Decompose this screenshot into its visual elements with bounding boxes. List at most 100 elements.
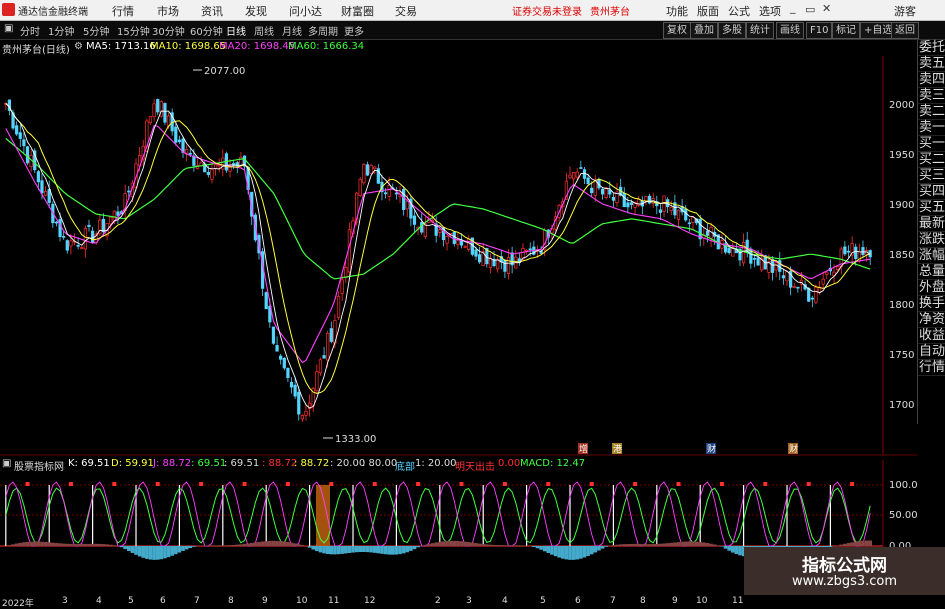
sidebar-item-outer[interactable]: 外盘: [918, 280, 945, 296]
sidebar-item-volume[interactable]: 总量: [918, 264, 945, 280]
candle-body: [470, 237, 474, 255]
btn-back[interactable]: 返回: [891, 22, 919, 39]
candle-body: [441, 227, 446, 241]
tab-daily[interactable]: 日线: [226, 23, 246, 38]
candle-body: [492, 258, 496, 267]
menu-market-quotes[interactable]: 行情: [112, 3, 134, 19]
menu-function[interactable]: 功能: [666, 3, 688, 19]
event-marker[interactable]: 财: [789, 443, 798, 455]
menu-layout[interactable]: 版面: [697, 3, 719, 19]
candle-body: [170, 112, 174, 132]
candle-body: [402, 189, 406, 210]
candle-body: [713, 231, 717, 237]
candle-body: [311, 388, 315, 407]
event-marker[interactable]: 港: [613, 443, 622, 455]
candle-body: [481, 251, 485, 266]
quote-sidebar: 委托 卖五 卖四 卖三 卖二 卖一 买一 买二 买三 买四 买五 最新 涨跌 涨…: [917, 40, 945, 424]
btn-draw-line[interactable]: 画线: [776, 22, 804, 39]
candle-body: [232, 163, 236, 166]
candle-body: [387, 185, 391, 197]
btn-f10[interactable]: F10: [806, 22, 833, 39]
tab-5min[interactable]: 5分钟: [83, 23, 109, 38]
candle-body: [141, 145, 145, 160]
sidebar-item-change[interactable]: 涨跌: [918, 232, 945, 248]
sidebar-item-ask4[interactable]: 卖四: [918, 72, 945, 88]
candle-body: [307, 402, 312, 409]
sidebar-item-ask1[interactable]: 卖一: [918, 120, 945, 136]
sidebar-item-net-assets[interactable]: 净资: [918, 312, 945, 328]
sidebar-item-ask2[interactable]: 卖二: [918, 104, 945, 120]
candle-body: [333, 320, 337, 344]
event-marker[interactable]: 增: [579, 443, 588, 455]
candle-body: [770, 258, 775, 273]
candle-body: [604, 187, 608, 198]
tab-monthly[interactable]: 月线: [282, 23, 302, 38]
sidebar-item-bid2[interactable]: 买二: [918, 152, 945, 168]
tab-60min[interactable]: 60分钟: [190, 23, 223, 38]
tab-weekly[interactable]: 周线: [254, 23, 274, 38]
tab-more[interactable]: 更多: [344, 23, 364, 38]
sidebar-item-ask5[interactable]: 卖五: [918, 56, 945, 72]
candle-body: [579, 167, 583, 169]
menu-ask-xiaoda[interactable]: 问小达: [289, 3, 322, 19]
tab-15min[interactable]: 15分钟: [117, 23, 150, 38]
candle-body: [553, 216, 558, 230]
menu-news[interactable]: 资讯: [201, 3, 223, 19]
menu-options[interactable]: 选项: [759, 3, 781, 19]
sidebar-item-turnover[interactable]: 换手: [918, 296, 945, 312]
tab-1min[interactable]: 1分钟: [48, 23, 74, 38]
btn-adjust[interactable]: 复权: [663, 22, 691, 39]
btn-statistics[interactable]: 统计: [746, 22, 774, 39]
candle-body: [391, 187, 395, 190]
menu-formula[interactable]: 公式: [728, 3, 750, 19]
candle-body: [18, 132, 22, 139]
menu-trade[interactable]: 交易: [395, 3, 417, 19]
sidebar-item-bid3[interactable]: 买三: [918, 168, 945, 184]
login-warning[interactable]: 证券交易未登录: [512, 3, 582, 18]
restore-icon[interactable]: ▭: [805, 3, 815, 16]
close-icon[interactable]: ✕: [822, 2, 831, 15]
user-guest[interactable]: 游客: [894, 3, 916, 19]
sidebar-item-auto[interactable]: 自动: [918, 344, 945, 360]
candle-body: [416, 226, 420, 230]
sidebar-item-change-pct[interactable]: 涨幅: [918, 248, 945, 264]
candle-body: [221, 157, 225, 170]
event-marker[interactable]: 财: [707, 443, 716, 455]
sidebar-item-ask3[interactable]: 卖三: [918, 88, 945, 104]
candle-body: [506, 257, 511, 275]
menu-market[interactable]: 市场: [157, 3, 179, 19]
sidebar-item-earnings[interactable]: 收益: [918, 328, 945, 344]
btn-overlay[interactable]: 叠加: [690, 22, 718, 39]
page-icon[interactable]: ▣: [4, 23, 13, 34]
sidebar-item-bid4[interactable]: 买四: [918, 184, 945, 200]
signal-dot: [459, 482, 464, 486]
sidebar-item-quotes[interactable]: 行情: [918, 360, 945, 376]
tab-30min[interactable]: 30分钟: [152, 23, 185, 38]
candle-body: [535, 249, 540, 252]
minimize-icon[interactable]: _: [790, 1, 796, 14]
tab-intraday[interactable]: 分时: [20, 23, 40, 38]
candle-body: [691, 216, 695, 223]
candle-body: [514, 256, 518, 269]
sidebar-item-bid1[interactable]: 买一: [918, 136, 945, 152]
settings-gear-icon[interactable]: ⚙: [74, 41, 83, 52]
btn-multi-stock[interactable]: 多股: [718, 22, 746, 39]
menu-discover[interactable]: 发现: [245, 3, 267, 19]
tab-multi-period[interactable]: 多周期: [308, 23, 338, 38]
btn-mark[interactable]: 标记: [832, 22, 860, 39]
candle-body: [94, 233, 98, 243]
sidebar-item-bid5[interactable]: 买五: [918, 200, 945, 216]
candle-body: [199, 162, 203, 167]
signal-dot: [199, 482, 204, 486]
candle-body: [90, 230, 95, 243]
sidebar-item-entrust[interactable]: 委托: [918, 40, 945, 56]
candle-body: [116, 211, 120, 216]
month-tick: 10: [696, 596, 708, 606]
candle-body: [159, 101, 163, 117]
candle-body: [825, 271, 829, 275]
indicator-axis-tick: 50.00: [889, 510, 917, 521]
signal-dot: [589, 482, 594, 486]
candle-body: [485, 248, 489, 265]
sidebar-item-last[interactable]: 最新: [918, 216, 945, 232]
menu-wealth-circle[interactable]: 财富圈: [341, 3, 374, 19]
